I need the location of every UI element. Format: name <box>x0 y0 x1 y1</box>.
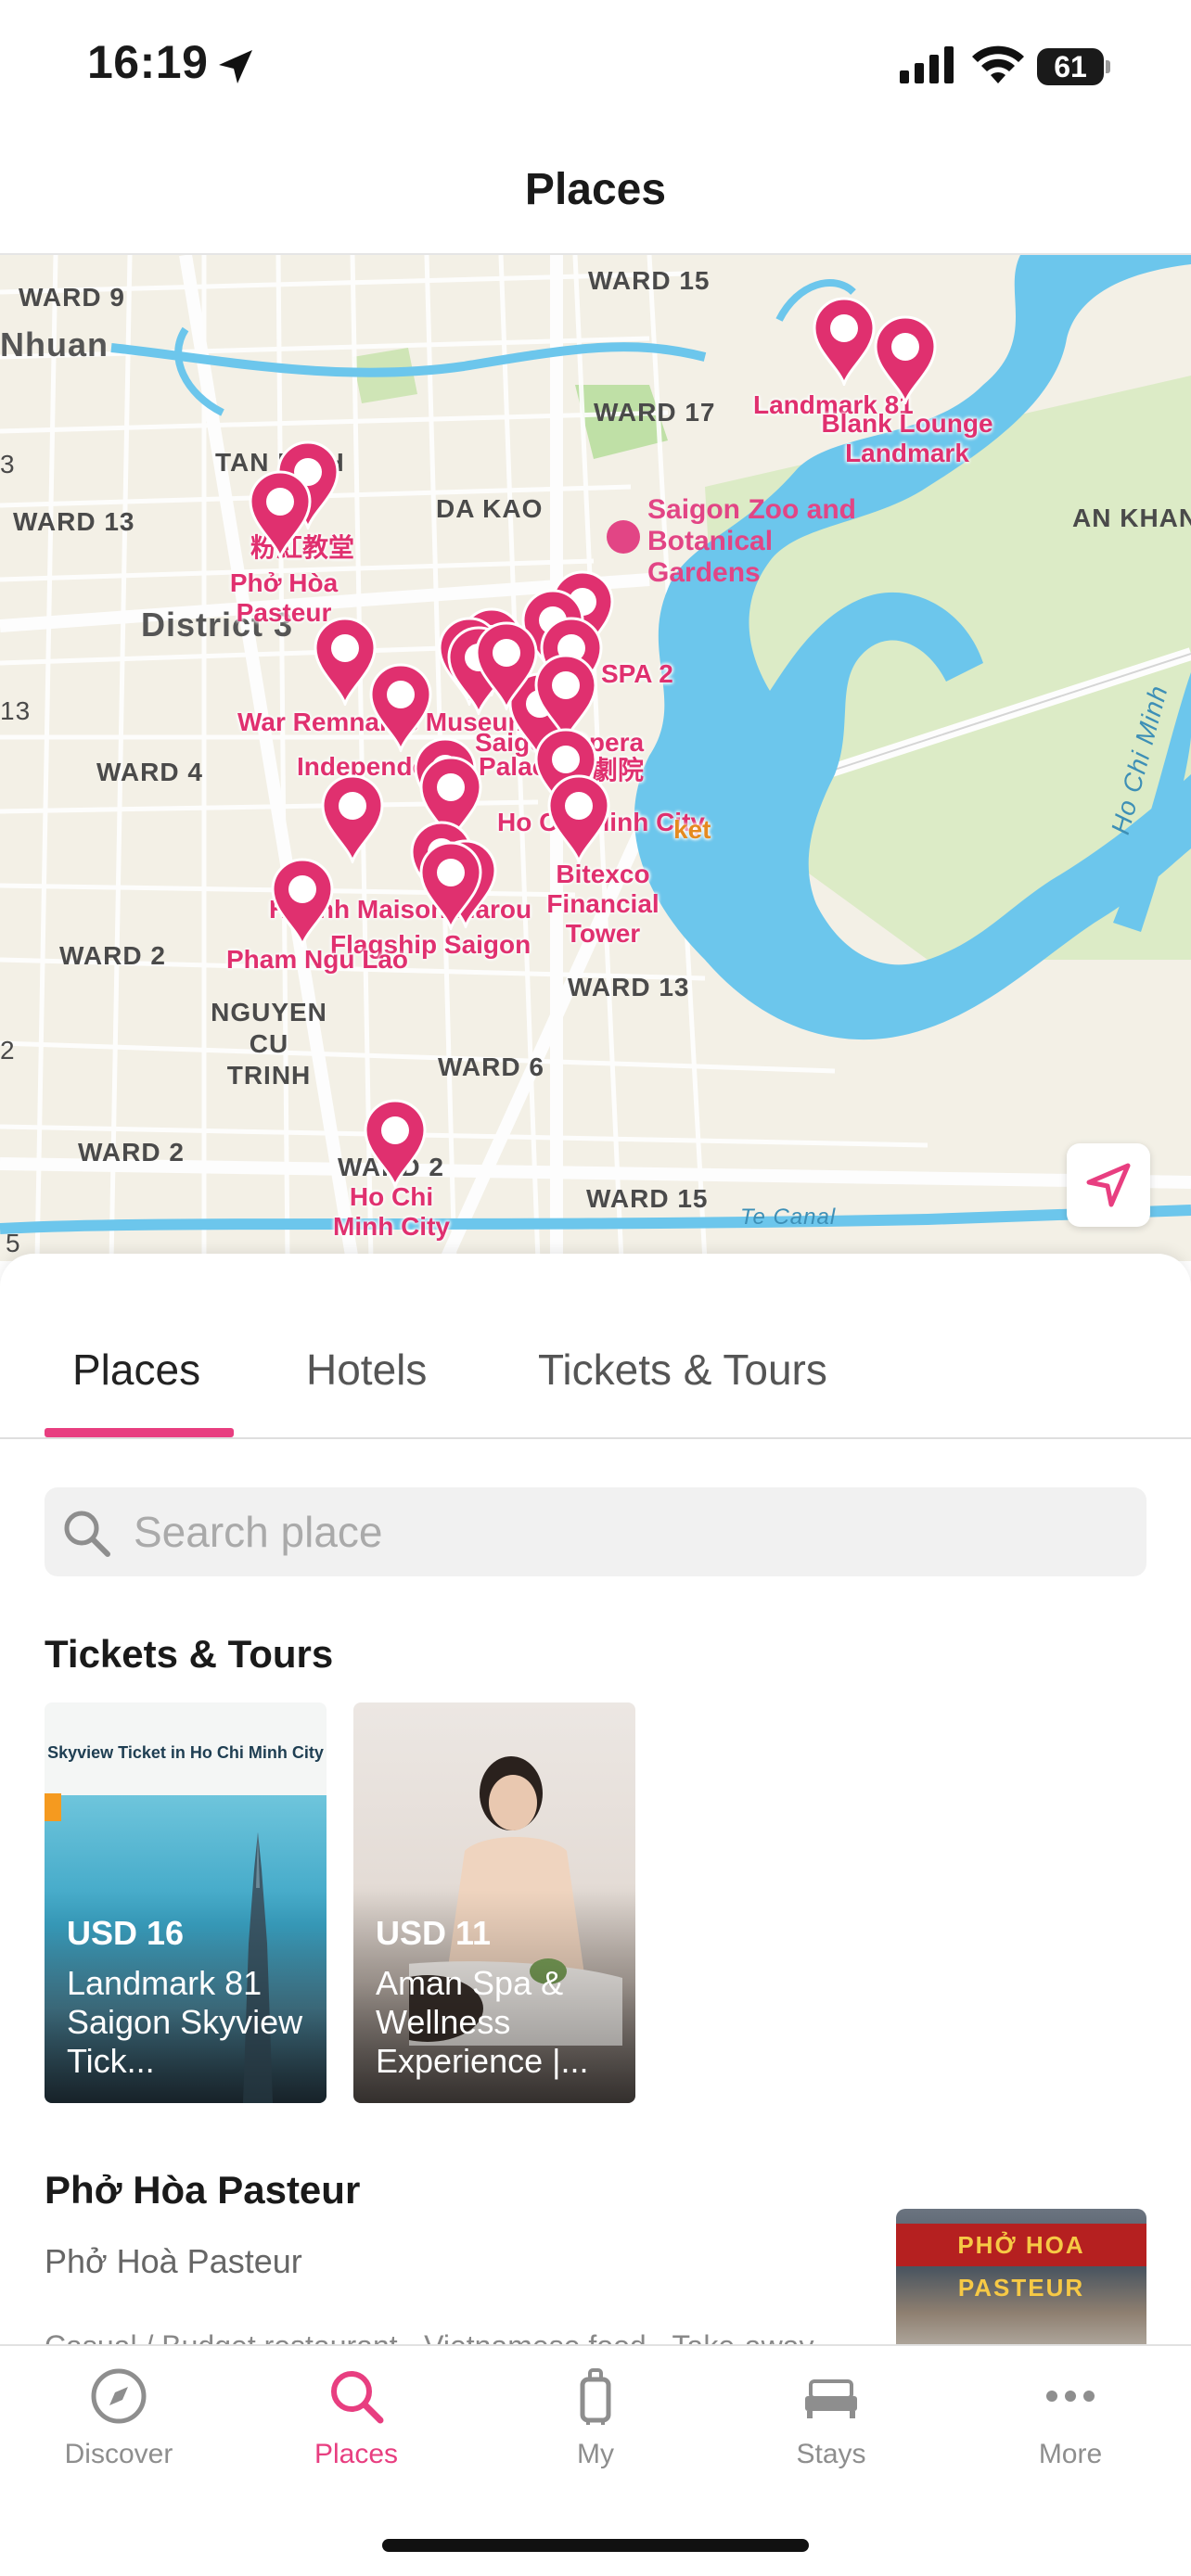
map-label-edge-3: 3 <box>0 450 16 478</box>
wifi-icon <box>972 45 1024 83</box>
map-label-ward-13: WARD 13 <box>13 507 135 536</box>
map-label-edge-13: 13 <box>0 696 32 725</box>
search-input[interactable] <box>134 1487 1126 1576</box>
active-tab-indicator <box>45 1428 234 1437</box>
thumbnail-sign-text: PHỞ HOA PASTEUR <box>896 2224 1146 2302</box>
map-label-ward-13b: WARD 13 <box>568 973 690 1001</box>
locate-me-button[interactable] <box>1067 1143 1150 1227</box>
signal-icon <box>900 46 954 83</box>
status-bar: 16:19 61 <box>0 0 1191 134</box>
ticket-card-aman-spa[interactable]: USD 11 Aman Spa & Wellness Experience |.… <box>353 1702 635 2103</box>
map-pin[interactable] <box>269 858 336 950</box>
poi-label-blank-lounge[interactable]: Blank Lounge Landmark <box>814 409 1000 468</box>
poi-label-hcmc-south[interactable]: Ho Chi Minh City <box>327 1182 456 1242</box>
category-tabs: Places Hotels Tickets & Tours <box>0 1254 1191 1439</box>
poi-label-market[interactable]: ket <box>673 815 711 845</box>
tabbar-label: My <box>577 2439 614 2469</box>
map-label-saigon-zoo: Saigon Zoo and Botanical Gardens <box>647 494 856 588</box>
search-icon <box>331 2371 384 2424</box>
card-title: Landmark 81 Saigon Skyview Tick... <box>67 1964 303 2080</box>
place-name[interactable]: Phở Hòa Pasteur <box>45 2168 360 2213</box>
search-icon <box>64 1511 110 1557</box>
map-label-te-canal: Te Canal <box>740 1205 837 1230</box>
map-label-da-kao: DA KAO <box>436 494 544 523</box>
map-label-ward-6: WARD 6 <box>438 1052 544 1081</box>
map-label-ward-17: WARD 17 <box>594 398 716 427</box>
tab-hotels[interactable]: Hotels <box>306 1345 427 1395</box>
place-thumbnail[interactable]: PHỞ HOA PASTEUR <box>896 2209 1146 2344</box>
tabbar-label: More <box>1038 2439 1103 2469</box>
navigation-arrow-icon <box>1086 1163 1131 1207</box>
location-arrow-icon <box>219 50 252 83</box>
map-label-ward-2b: WARD 2 <box>78 1138 185 1167</box>
map-label-ward-9: WARD 9 <box>19 283 125 312</box>
tabbar-more[interactable]: More <box>968 2366 1172 2470</box>
map-label-ward-15b: WARD 15 <box>586 1184 709 1213</box>
map-pin[interactable] <box>362 1099 429 1191</box>
places-sheet[interactable]: Places Hotels Tickets & Tours Tickets & … <box>0 1254 1191 2344</box>
map-pin[interactable] <box>319 774 386 866</box>
tickets-section-title: Tickets & Tours <box>45 1632 334 1676</box>
poi-label-bitexco[interactable]: Bitexco Financial Tower <box>519 860 686 949</box>
nav-bar: Places <box>0 134 1191 255</box>
map-label-ward-4: WARD 4 <box>96 758 203 786</box>
map-pin[interactable] <box>417 841 484 933</box>
card-banner-text: Skyview Ticket in Ho Chi Minh City <box>47 1743 324 1762</box>
place-subtitle: Phở Hoà Pasteur <box>45 2242 302 2280</box>
tabbar-label: Stays <box>796 2439 866 2469</box>
map-pin[interactable] <box>473 621 540 713</box>
tab-places[interactable]: Places <box>72 1345 200 1395</box>
tab-tickets-tours[interactable]: Tickets & Tours <box>538 1345 827 1395</box>
map-label-nguyen-cu-trinh: NGUYEN CU TRINH <box>211 998 327 1090</box>
tabbar-my[interactable]: My <box>493 2366 698 2470</box>
map-pin[interactable] <box>545 774 612 866</box>
search-bar[interactable] <box>45 1487 1146 1576</box>
tabbar-discover[interactable]: Discover <box>17 2366 221 2470</box>
status-time: 16:19 <box>87 36 209 88</box>
luggage-icon <box>580 2368 611 2425</box>
poi-label-pham-ngu-lao[interactable]: Pham Ngu Lao <box>226 945 408 975</box>
bed-icon <box>805 2379 857 2418</box>
page-title: Places <box>524 165 667 214</box>
map-label-an-khanh: AN KHANH <box>1072 504 1191 532</box>
map-label-nhuan: Nhuan <box>0 325 109 363</box>
card-tag <box>45 1793 61 1821</box>
poi-label-spa-2[interactable]: SPA 2 <box>601 659 673 689</box>
home-indicator <box>382 2539 809 2552</box>
place-description: Casual / Budget restaurant · Vietnamese … <box>45 2329 814 2344</box>
tabbar-label: Places <box>314 2439 399 2469</box>
map-view[interactable]: WARD 9 Nhuan WARD 13 TAN BINH DA KAO WAR… <box>0 255 1191 1261</box>
zoo-icon <box>607 520 640 554</box>
battery-icon: 61 <box>1037 48 1111 85</box>
ticket-card-landmark-81[interactable]: Skyview Ticket in Ho Chi Minh City USD 1… <box>45 1702 327 2103</box>
card-title: Aman Spa & Wellness Experience |... <box>376 1964 589 2080</box>
compass-icon <box>91 2368 147 2424</box>
tabbar-label: Discover <box>64 2439 173 2469</box>
map-label-ward-2: WARD 2 <box>59 941 166 970</box>
map-pin[interactable] <box>811 297 877 389</box>
battery-level: 61 <box>1037 48 1104 85</box>
card-price: USD 16 <box>67 1914 185 1952</box>
more-dots-icon <box>1046 2391 1095 2402</box>
map-label-edge-2: 2 <box>0 1036 16 1065</box>
tabbar-places[interactable]: Places <box>254 2366 458 2470</box>
map-label-ward-15: WARD 15 <box>588 266 711 295</box>
map-pin[interactable] <box>247 470 314 562</box>
card-price: USD 11 <box>376 1914 492 1952</box>
tabbar-stays[interactable]: Stays <box>729 2366 933 2470</box>
map-pin[interactable] <box>872 315 939 407</box>
